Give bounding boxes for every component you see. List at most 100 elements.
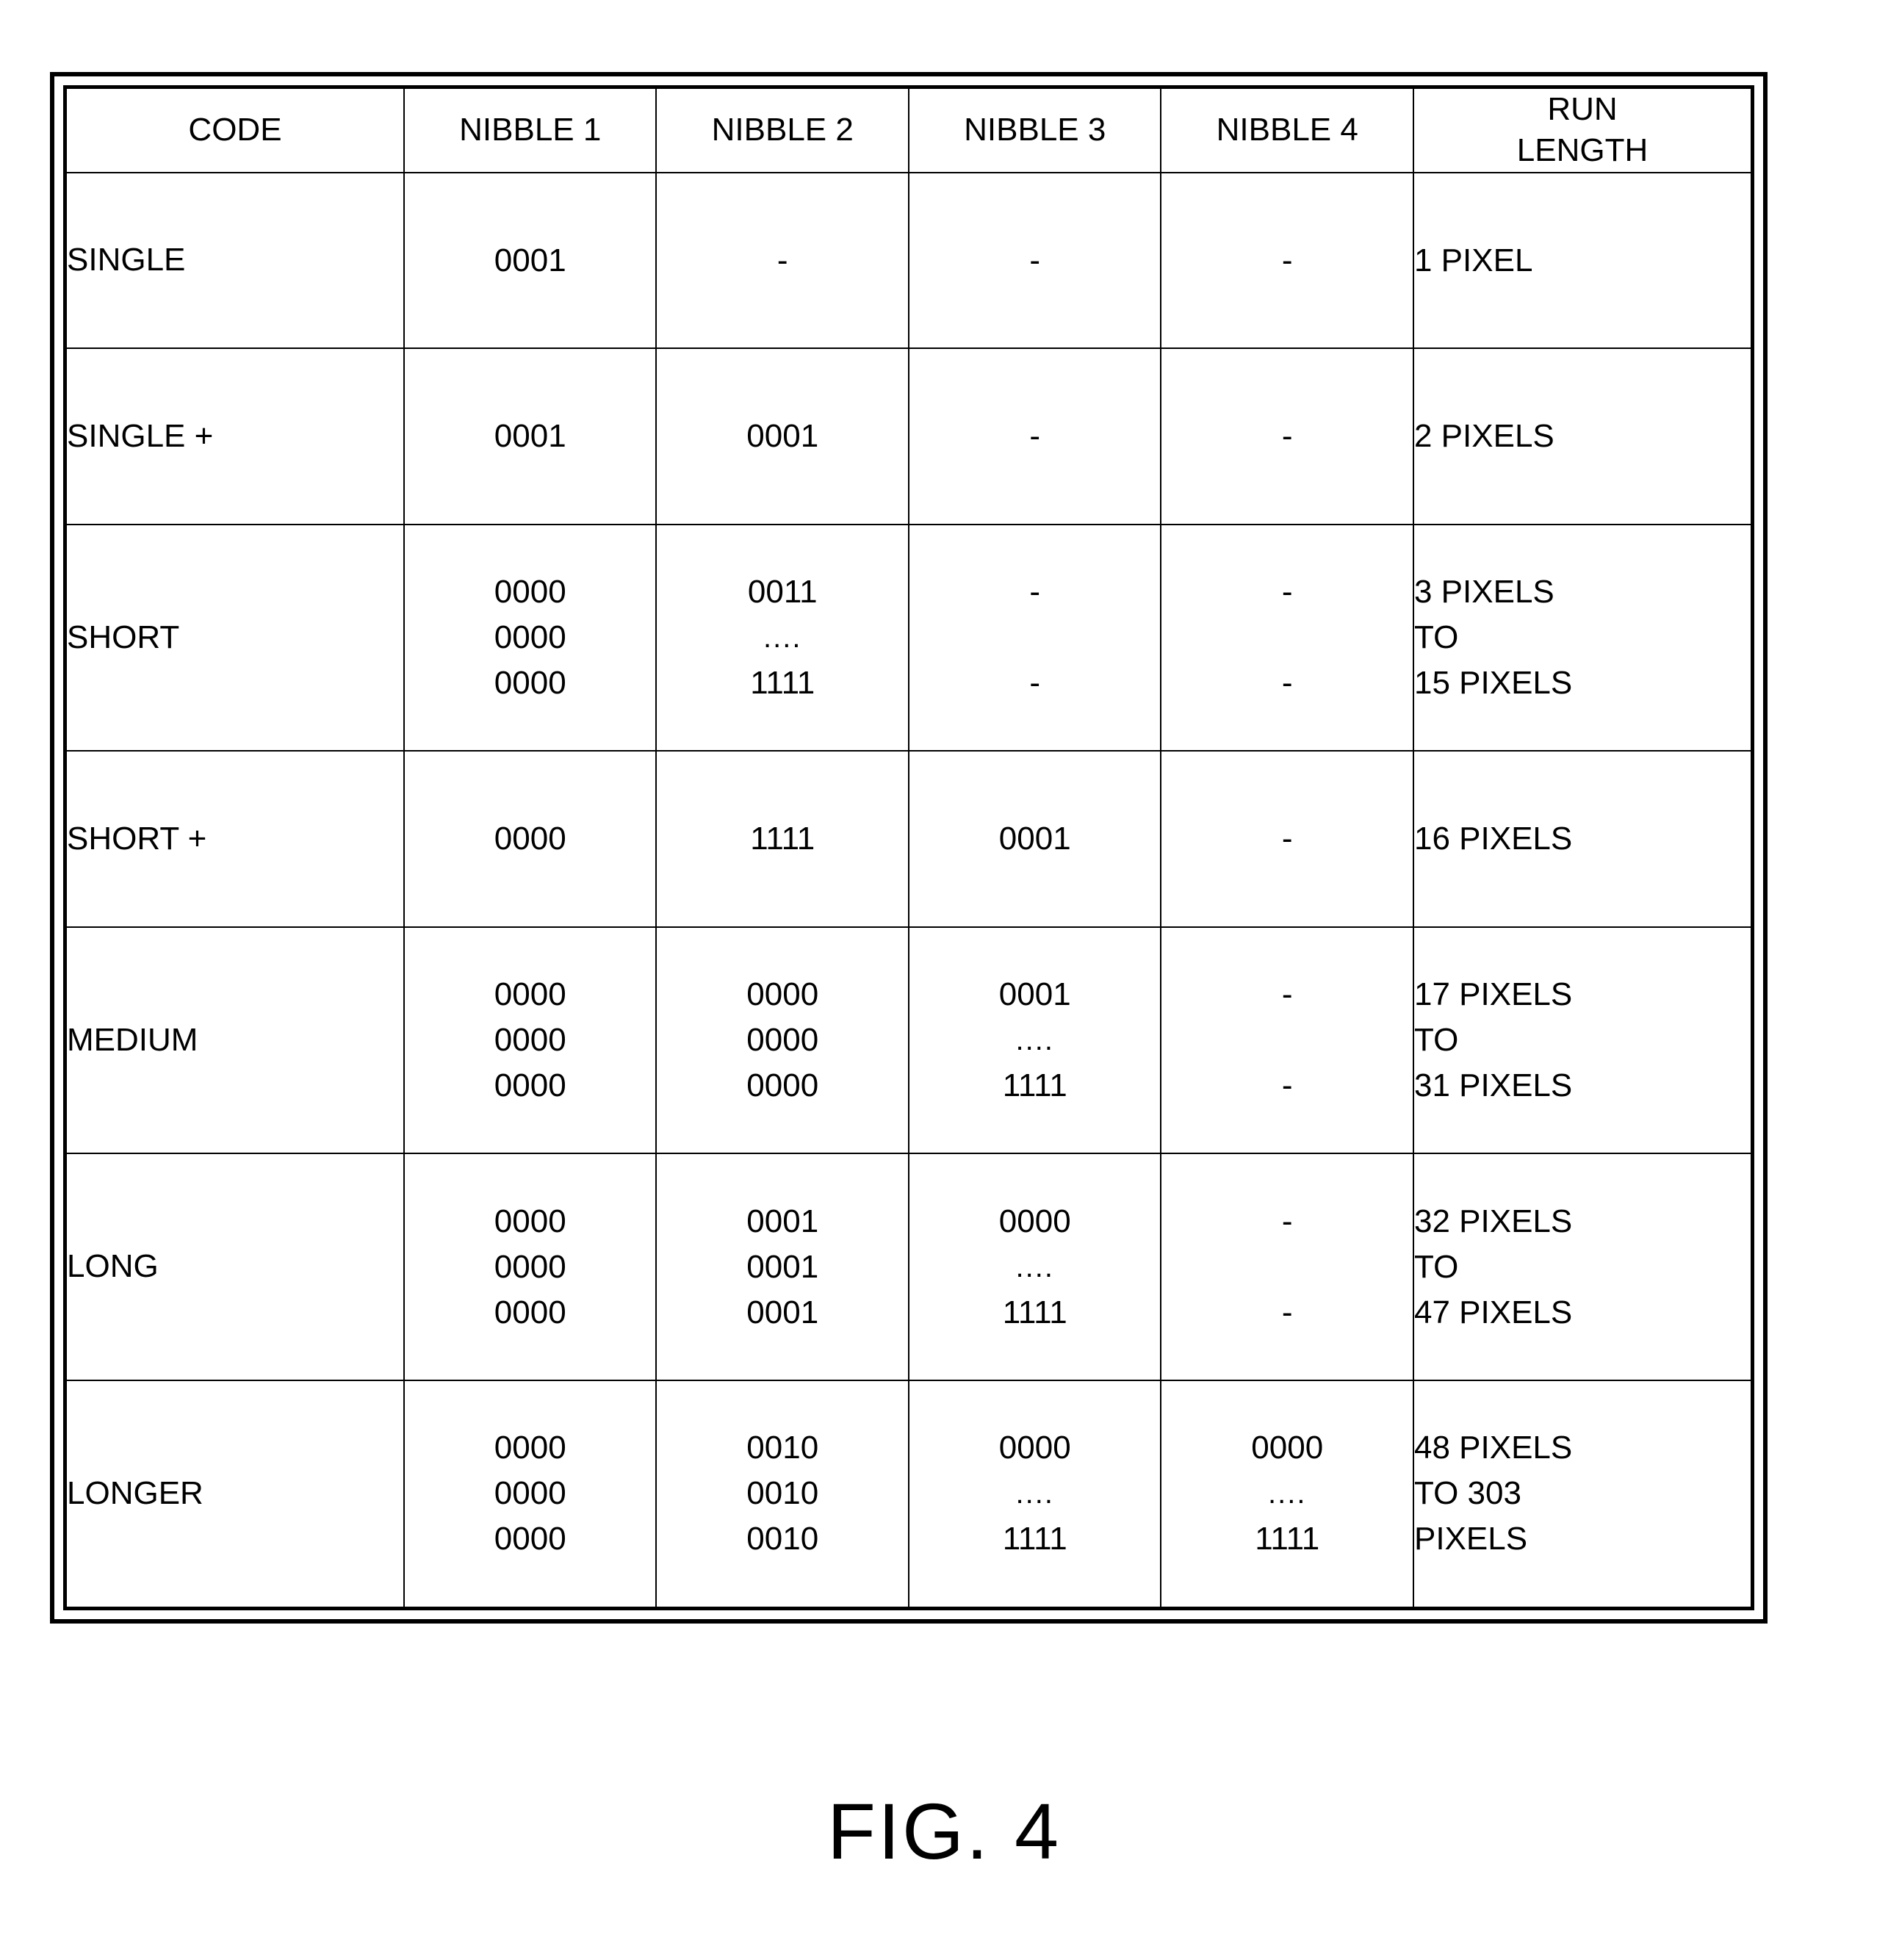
cell-run-length: 1 PIXEL	[1412, 172, 1751, 350]
cell-line: 0001	[494, 242, 566, 278]
cell-run-length: 32 PIXELS TO 47 PIXELS	[1412, 1153, 1751, 1381]
cell-nibble-3: 0000.... 1111	[907, 1153, 1162, 1381]
cell-line: 0001	[494, 418, 566, 455]
cell-line-stack: -	[1161, 238, 1413, 284]
cell-nibble-1: 0000 0000 0000	[403, 1379, 657, 1607]
cell-line: 48 PIXELS	[1413, 1430, 1573, 1466]
cell-nibble-3: 0001	[907, 750, 1162, 929]
cell-run-length: 17 PIXELS TO 31 PIXELS	[1412, 926, 1751, 1155]
cell-line-stack: 0001.... 1111	[909, 972, 1161, 1109]
cell-line: 1111	[1002, 1067, 1067, 1104]
cell-line: -	[777, 242, 788, 278]
cell-nibble-3: -	[907, 347, 1162, 526]
cell-line-stack: 0000	[405, 816, 656, 862]
cell-line: 0001	[998, 976, 1071, 1013]
cell-line: 0001	[746, 1294, 819, 1330]
cell-line: 0011	[747, 574, 818, 610]
cell-line: 1111	[1002, 1294, 1067, 1330]
cell-line: ....	[763, 621, 802, 655]
cell-line: 0000	[494, 1067, 566, 1104]
cell-line: 0001	[746, 1248, 819, 1285]
cell-line: TO	[1413, 1248, 1459, 1285]
cell-line: ....	[1015, 1024, 1054, 1057]
cell-line-stack: 0000 0000 0000	[405, 569, 656, 706]
cell-line: 3 PIXELS	[1413, 574, 1554, 610]
cell-nibble-1: 0000 0000 0000	[403, 926, 657, 1155]
cell-nibble-4: - -	[1160, 524, 1414, 752]
cell-line-stack: 0000 0000 0000	[405, 1425, 656, 1562]
cell-line: 1111	[750, 665, 815, 702]
cell-nibble-4: -	[1160, 347, 1414, 526]
cell-line-stack: 0000.... 1111	[1161, 1425, 1413, 1562]
cell-nibble-2: 0010 0010 0010	[655, 1379, 909, 1607]
cell-run-length: 48 PIXELS TO 303 PIXELS	[1412, 1379, 1751, 1607]
table-row: SINGLE + 0001 0001 - - 2 PIXELS	[67, 347, 1751, 526]
cell-nibble-3: -	[907, 172, 1162, 350]
cell-nibble-2: 0000 0000 0000	[655, 926, 909, 1155]
patent-figure: CODE NIBBLE 1 NIBBLE 2 NIBBLE 3 NIBBLE 4…	[0, 0, 1888, 1960]
cell-code: LONGER	[67, 1379, 405, 1607]
cell-line-stack: 0001	[405, 238, 656, 284]
table-outer-border: CODE NIBBLE 1 NIBBLE 2 NIBBLE 3 NIBBLE 4…	[50, 72, 1768, 1624]
cell-line: 0000	[494, 821, 566, 857]
cell-line: ....	[1268, 1477, 1307, 1510]
cell-line: -	[1281, 418, 1293, 455]
cell-line-stack: 0000 0000 0000	[405, 972, 656, 1109]
cell-nibble-2: 0001	[655, 347, 909, 526]
cell-line-stack: - -	[1161, 1199, 1413, 1336]
cell-line: 0000	[494, 619, 566, 656]
cell-line: 0000	[746, 1022, 819, 1059]
cell-nibble-4: - -	[1160, 1153, 1414, 1381]
cell-line: 17 PIXELS	[1413, 976, 1573, 1013]
cell-nibble-3: 0000.... 1111	[907, 1379, 1162, 1607]
cell-line: 0000	[998, 1430, 1071, 1466]
cell-line: -	[1281, 574, 1293, 610]
cell-nibble-1: 0001	[403, 172, 657, 350]
cell-line-stack: 1 PIXEL	[1414, 238, 1751, 284]
cell-nibble-3: - -	[907, 524, 1162, 752]
cell-run-length: 2 PIXELS	[1412, 347, 1751, 526]
cell-nibble-1: 0000 0000 0000	[403, 524, 657, 752]
cell-code: SHORT	[67, 524, 405, 752]
cell-nibble-1: 0000	[403, 750, 657, 929]
cell-line-stack: -	[1161, 816, 1413, 862]
table-row: SHORT 0000 0000 0000 0011.... 1111- -- -3 PIX…	[67, 524, 1751, 752]
cell-line-stack: 0001	[909, 816, 1161, 862]
cell-line: 1111	[1255, 1521, 1320, 1557]
cell-line: ....	[1015, 1250, 1054, 1283]
cell-line-stack: 1111	[657, 816, 908, 862]
cell-line: 0000	[494, 574, 566, 610]
cell-line-stack: 48 PIXELS TO 303 PIXELS	[1414, 1425, 1751, 1562]
cell-line-stack: 0000.... 1111	[909, 1199, 1161, 1336]
table-row: SHORT + 0000 1111 0001 - 16 PIXELS	[67, 750, 1751, 929]
header-row: CODE NIBBLE 1 NIBBLE 2 NIBBLE 3 NIBBLE 4…	[67, 89, 1751, 173]
table-row: SINGLE 0001 - - - 1 PIXEL	[67, 172, 1751, 350]
table-row: LONGER 0000 0000 0000 0010 0010 0010 0000.... 11…	[67, 1379, 1751, 1607]
cell-line: 0000	[494, 1521, 566, 1557]
cell-line-stack: -	[1161, 414, 1413, 459]
cell-run-length: 16 PIXELS	[1412, 750, 1751, 929]
cell-line: 0010	[746, 1430, 819, 1466]
cell-nibble-4: -	[1160, 172, 1414, 350]
cell-line: 0010	[746, 1521, 819, 1557]
figure-caption: FIG. 4	[826, 1787, 1062, 1876]
cell-line: 0000	[494, 1248, 566, 1285]
cell-line: -	[1281, 665, 1293, 702]
cell-line: 1 PIXEL	[1413, 242, 1533, 278]
cell-line: 0001	[746, 1203, 819, 1239]
cell-nibble-2: 0001 0001 0001	[655, 1153, 909, 1381]
cell-line-stack: 3 PIXELS TO 15 PIXELS	[1414, 569, 1751, 706]
cell-line-stack: 0000 0000 0000	[657, 972, 908, 1109]
cell-line-stack: -	[909, 238, 1161, 284]
table-header: CODE NIBBLE 1 NIBBLE 2 NIBBLE 3 NIBBLE 4…	[67, 89, 1751, 173]
cell-line: 16 PIXELS	[1413, 821, 1573, 857]
cell-code: SINGLE	[67, 172, 405, 350]
cell-line: -	[1029, 574, 1041, 610]
cell-nibble-1: 0000 0000 0000	[403, 1153, 657, 1381]
cell-line-stack: 17 PIXELS TO 31 PIXELS	[1414, 972, 1751, 1109]
cell-line: ....	[1015, 1477, 1054, 1510]
cell-nibble-1: 0001	[403, 347, 657, 526]
cell-line-stack: - -	[1161, 972, 1413, 1109]
cell-code: LONG	[67, 1153, 405, 1381]
column-header-nibble-3: NIBBLE 3	[907, 89, 1162, 173]
